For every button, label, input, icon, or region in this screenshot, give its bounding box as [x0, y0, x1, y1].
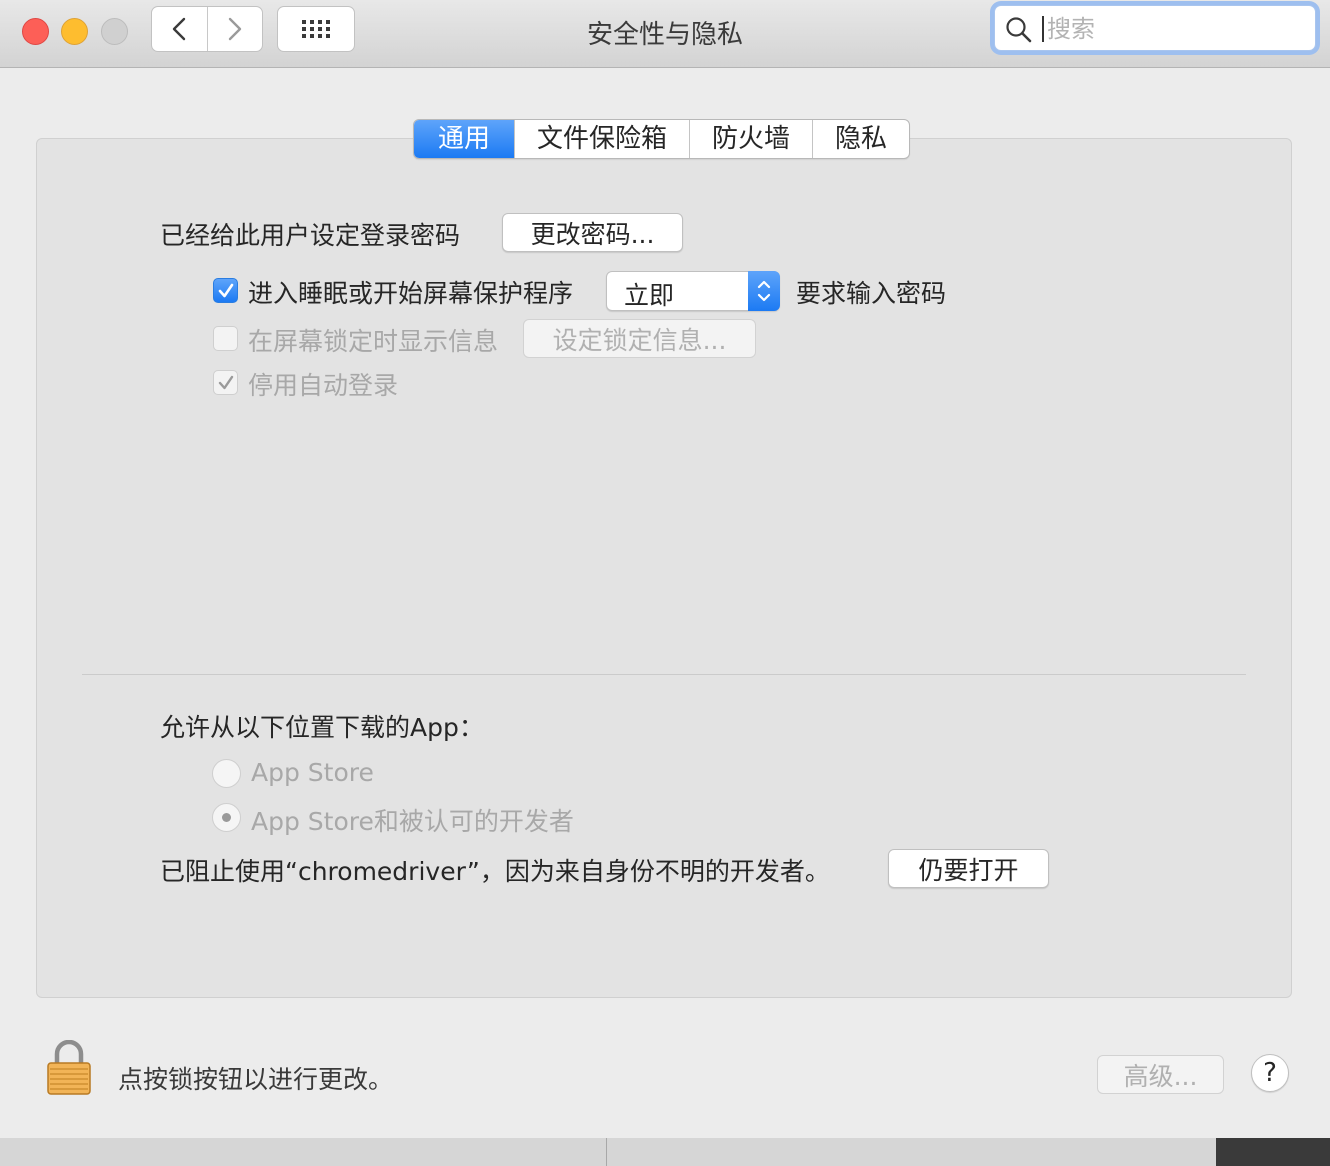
- change-password-button[interactable]: 更改密码...: [502, 213, 683, 252]
- disable-auto-login-label: 停用自动登录: [248, 371, 399, 400]
- tab-general[interactable]: 通用: [414, 120, 515, 158]
- search-field[interactable]: [994, 5, 1316, 51]
- app-store-radio[interactable]: [212, 759, 241, 788]
- advanced-button[interactable]: 高级...: [1097, 1055, 1224, 1094]
- blocked-app-message: 已阻止使用“chromedriver”，因为来自身份不明的开发者。: [160, 857, 830, 886]
- radio-dot: [222, 813, 231, 822]
- require-password-label: 进入睡眠或开始屏幕保护程序: [248, 279, 574, 308]
- desktop-background: [0, 1138, 1330, 1166]
- require-password-suffix: 要求输入密码: [796, 279, 947, 308]
- password-status-label: 已经给此用户设定登录密码: [160, 221, 461, 250]
- help-button[interactable]: ?: [1251, 1054, 1289, 1092]
- preferences-window: 安全性与隐私 通用 文件保险箱 防火墙 隐私 已经给此用户设定登录密码 更改密码…: [0, 0, 1330, 1138]
- checkmark-icon: [218, 375, 234, 390]
- desktop-dark-area: [1216, 1138, 1330, 1166]
- text-caret: [1042, 16, 1044, 42]
- checkmark-icon: [218, 283, 234, 298]
- app-store-developers-radio[interactable]: [212, 803, 241, 832]
- tab-privacy[interactable]: 隐私: [812, 120, 909, 158]
- search-input[interactable]: [1045, 11, 1299, 47]
- title-bar: 安全性与隐私: [0, 0, 1330, 68]
- updown-arrows-icon: [748, 271, 780, 311]
- set-lock-message-button[interactable]: 设定锁定信息...: [523, 319, 756, 358]
- tab-firewall[interactable]: 防火墙: [689, 120, 812, 158]
- search-icon: [1006, 17, 1032, 43]
- open-anyway-button[interactable]: 仍要打开: [888, 849, 1049, 888]
- app-store-developers-radio-label: App Store和被认可的开发者: [251, 807, 574, 836]
- password-delay-value: 立即: [624, 281, 675, 310]
- lock-message-label: 在屏幕锁定时显示信息: [248, 327, 499, 356]
- require-password-checkbox[interactable]: [213, 278, 238, 303]
- lock-message-checkbox[interactable]: [213, 326, 238, 351]
- allow-apps-label: 允许从以下位置下载的App：: [160, 713, 484, 742]
- password-delay-select[interactable]: 立即: [606, 271, 780, 311]
- tab-bar: 通用 文件保险箱 防火墙 隐私: [413, 119, 911, 159]
- desktop-divider: [606, 1138, 607, 1166]
- disable-auto-login-checkbox[interactable]: [213, 370, 238, 395]
- section-divider: [82, 674, 1246, 675]
- app-store-radio-label: App Store: [251, 758, 374, 787]
- lock-icon[interactable]: [46, 1039, 92, 1100]
- tab-filevault[interactable]: 文件保险箱: [514, 120, 689, 158]
- lock-hint-label: 点按锁按钮以进行更改。: [118, 1065, 394, 1094]
